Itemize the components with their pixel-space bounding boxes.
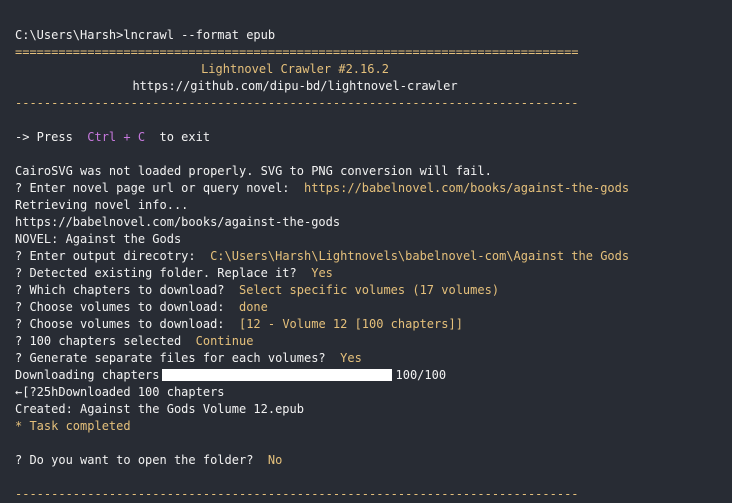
prompt-volumes-2-question: ? Choose volumes to download:	[15, 317, 225, 331]
prompt-volumes-2: ? Choose volumes to download: [12 - Volu…	[15, 316, 463, 333]
prompt-separate-question: ? Generate separate files for each volum…	[15, 351, 326, 365]
command-line: C:\Users\Harsh>lncrawl --format epub	[15, 28, 276, 42]
prompt-volumes-1-question: ? Choose volumes to download:	[15, 300, 225, 314]
exit-hint: -> Press Ctrl + C to exit	[15, 129, 210, 146]
download-progress-label: Downloading chapters	[15, 368, 160, 382]
prompt-replace-answer: Yes	[311, 266, 333, 280]
progress-count: 100/100	[395, 368, 447, 382]
prompt-url: ? Enter novel page url or query novel: h…	[15, 180, 629, 197]
created-line: Created: Against the Gods Volume 12.epub	[15, 402, 304, 416]
downloaded-line: ←[?25hDownloaded 100 chapters	[15, 385, 225, 399]
prompt-replace: ? Detected existing folder. Replace it? …	[15, 265, 333, 282]
prompt-open-question: ? Do you want to open the folder?	[15, 453, 254, 467]
prompt-which-question: ? Which chapters to download?	[15, 283, 225, 297]
banner-url: https://github.com/dipu-bd/lightnovel-cr…	[132, 79, 458, 93]
prompt-volumes-2-answer: [12 - Volume 12 [100 chapters]]	[238, 317, 463, 331]
separator-bottom: ----------------------------------------…	[15, 96, 579, 110]
separator-top: ========================================…	[15, 45, 579, 59]
retrieving-url: https://babelnovel.com/books/against-the…	[15, 215, 341, 229]
terminal-window[interactable]: C:\Users\Harsh>lncrawl --format epub ===…	[0, 0, 732, 503]
prompt-open-answer: No	[267, 453, 283, 467]
prompt-replace-question: ? Detected existing folder. Replace it?	[15, 266, 297, 280]
novel-name: NOVEL: Against the Gods	[15, 232, 182, 246]
prompt-selected: ? 100 chapters selected Continue	[15, 333, 253, 350]
prompt-separate-answer: Yes	[340, 351, 362, 365]
banner-title: Lightnovel Crawler #2.16.2	[201, 62, 389, 76]
prompt-selected-question: ? 100 chapters selected	[15, 334, 182, 348]
progress-bar	[161, 368, 392, 381]
prompt-which-answer: Select specific volumes (17 volumes)	[238, 283, 500, 297]
retrieving-info: Retrieving novel info...	[15, 198, 189, 212]
separator-final: ----------------------------------------…	[15, 487, 579, 501]
download-progress: Downloading chapters 100/100	[15, 367, 446, 384]
cairo-warning: CairoSVG was not loaded properly. SVG to…	[15, 164, 492, 178]
prompt-volumes-1: ? Choose volumes to download: done	[15, 299, 268, 316]
prompt-open-folder: ? Do you want to open the folder? No	[15, 452, 282, 469]
exit-hint-keys: Ctrl + C	[87, 130, 146, 144]
prompt-selected-answer: Continue	[195, 334, 254, 348]
prompt-separate: ? Generate separate files for each volum…	[15, 350, 362, 367]
prompt-which-chapters: ? Which chapters to download? Select spe…	[15, 282, 499, 299]
prompt-url-answer: https://babelnovel.com/books/against-the…	[304, 181, 630, 195]
task-completed: * Task completed	[15, 419, 131, 433]
prompt-volumes-1-answer: done	[238, 300, 268, 314]
prompt-directory-answer: C:\Users\Harsh\Lightnovels\babelnovel-co…	[210, 249, 630, 263]
exit-hint-prefix: -> Press	[15, 130, 73, 144]
progress-bar-fill	[162, 368, 391, 381]
exit-hint-suffix: to exit	[159, 130, 211, 144]
prompt-directory: ? Enter output direcotry: C:\Users\Harsh…	[15, 248, 629, 265]
prompt-url-question: ? Enter novel page url or query novel:	[15, 181, 290, 195]
prompt-directory-question: ? Enter output direcotry:	[15, 249, 196, 263]
